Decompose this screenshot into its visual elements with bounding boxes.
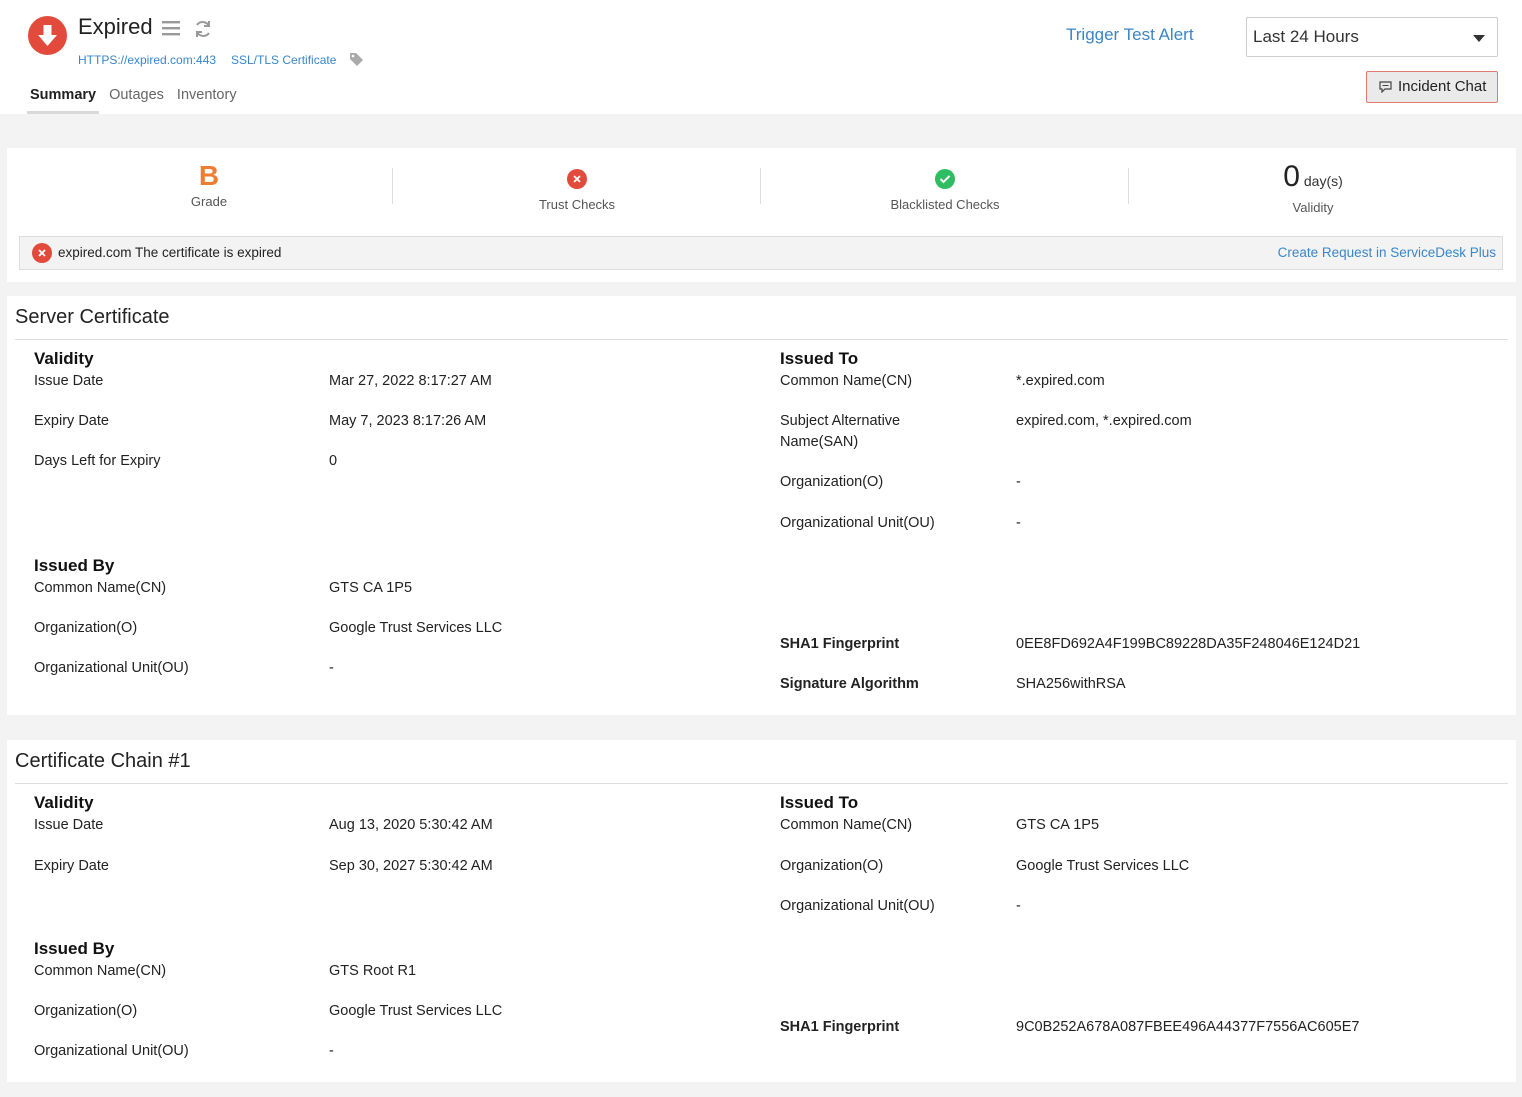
validity-heading: Validity xyxy=(34,793,94,812)
blacklisted-checks-metric: Blacklisted Checks xyxy=(761,148,1129,233)
field-label: Organizational Unit(OU) xyxy=(34,1043,189,1059)
field-label: Organization(O) xyxy=(780,858,884,874)
field-label: Common Name(CN) xyxy=(780,817,913,833)
field-label: Common Name(CN) xyxy=(34,580,167,596)
pass-icon xyxy=(935,169,955,189)
expiry-date-value: May 7, 2023 8:17:26 AM xyxy=(329,413,487,429)
down-status-icon xyxy=(28,16,67,55)
tab-inventory[interactable]: Inventory xyxy=(174,78,240,114)
organization-value: - xyxy=(1016,474,1021,490)
field-label: SHA1 Fingerprint xyxy=(780,636,900,652)
issue-date-value: Aug 13, 2020 5:30:42 AM xyxy=(329,817,493,833)
field-label: Issue Date xyxy=(34,373,104,389)
issue-date-value: Mar 27, 2022 8:17:27 AM xyxy=(329,373,492,389)
tab-bar: Summary Outages Inventory xyxy=(27,78,247,114)
field-label: Expiry Date xyxy=(34,858,109,874)
issued-to-heading: Issued To xyxy=(780,349,859,368)
monitor-type-link[interactable]: SSL/TLS Certificate xyxy=(231,53,336,67)
trust-checks-label: Trust Checks xyxy=(538,197,616,212)
certificate-chain-card: Certificate Chain #1 Validity Issue Date… xyxy=(7,740,1516,1082)
refresh-icon[interactable] xyxy=(193,19,213,42)
field-label: Days Left for Expiry xyxy=(34,453,161,469)
grade-metric: B Grade xyxy=(25,148,393,233)
common-name-value: GTS CA 1P5 xyxy=(1016,817,1100,833)
validity-unit: day(s) xyxy=(1303,173,1343,189)
organization-value: Google Trust Services LLC xyxy=(329,620,503,636)
section-title: Certificate Chain #1 xyxy=(15,750,191,772)
field-label: Expiry Date xyxy=(34,413,109,429)
field-label: Common Name(CN) xyxy=(780,373,913,389)
field-label: Organizational Unit(OU) xyxy=(34,660,189,676)
divider xyxy=(15,783,1508,784)
tab-summary[interactable]: Summary xyxy=(27,78,100,114)
monitor-name: Expired xyxy=(78,14,153,39)
organization-value: Google Trust Services LLC xyxy=(329,1003,503,1019)
fail-icon xyxy=(567,169,587,189)
field-label: Organization(O) xyxy=(780,474,884,490)
create-request-link[interactable]: Create Request in ServiceDesk Plus xyxy=(1278,245,1496,260)
time-range-value: Last 24 Hours xyxy=(1253,27,1359,46)
monitor-header: Expired HTTPS://expired.com:443 SSL/TLS … xyxy=(0,0,1522,114)
field-label: Organization(O) xyxy=(34,620,138,636)
trigger-test-alert-link[interactable]: Trigger Test Alert xyxy=(1066,25,1194,45)
time-range-select[interactable]: Last 24 Hours xyxy=(1246,17,1498,57)
incident-chat-button[interactable]: Incident Chat xyxy=(1366,71,1498,103)
incident-chat-label: Incident Chat xyxy=(1398,78,1487,95)
signature-algorithm-value: SHA256withRSA xyxy=(1016,676,1126,692)
tag-icon[interactable] xyxy=(349,52,364,70)
blacklisted-checks-label: Blacklisted Checks xyxy=(890,197,1000,212)
grade-label: Grade xyxy=(190,194,228,209)
validity-value: 0 xyxy=(1283,160,1300,193)
field-label: Name(SAN) xyxy=(780,434,859,450)
grade-value: B xyxy=(198,160,220,191)
field-label: Organizational Unit(OU) xyxy=(780,898,935,914)
error-icon xyxy=(32,243,52,263)
validity-metric: 0 day(s) Validity xyxy=(1129,148,1497,233)
org-unit-value: - xyxy=(329,660,334,676)
field-label: SHA1 Fingerprint xyxy=(780,1019,900,1035)
monitor-url-link[interactable]: HTTPS://expired.com:443 xyxy=(78,53,216,67)
field-label: Common Name(CN) xyxy=(34,963,167,979)
server-certificate-card: Server Certificate Validity Issue Date M… xyxy=(7,296,1516,715)
expiry-date-value: Sep 30, 2027 5:30:42 AM xyxy=(329,858,493,874)
chevron-down-icon xyxy=(1473,35,1485,42)
field-label: Organization(O) xyxy=(34,1003,138,1019)
field-label: Signature Algorithm xyxy=(780,676,919,692)
chat-icon xyxy=(1379,81,1392,93)
days-left-value: 0 xyxy=(329,453,338,469)
common-name-value: *.expired.com xyxy=(1016,373,1105,389)
validity-heading: Validity xyxy=(34,349,94,368)
alert-message: expired.com The certificate is expired xyxy=(58,245,282,260)
tab-outages[interactable]: Outages xyxy=(106,78,167,114)
issued-to-heading: Issued To xyxy=(780,793,859,812)
validity-label: Validity xyxy=(1292,200,1334,215)
alert-bar: expired.com The certificate is expired C… xyxy=(19,236,1503,270)
org-unit-value: - xyxy=(1016,515,1021,531)
field-label: Issue Date xyxy=(34,817,104,833)
common-name-value: GTS CA 1P5 xyxy=(329,580,413,596)
field-label: Subject Alternative xyxy=(780,413,901,429)
divider xyxy=(15,339,1508,340)
common-name-value: GTS Root R1 xyxy=(329,963,417,979)
org-unit-value: - xyxy=(329,1043,334,1059)
field-label: Organizational Unit(OU) xyxy=(780,515,935,531)
sha1-fingerprint-value: 9C0B252A678A087FBEE496A44377F7556AC605E7 xyxy=(1016,1019,1360,1035)
issued-by-heading: Issued By xyxy=(34,939,115,958)
section-title: Server Certificate xyxy=(15,306,170,328)
org-unit-value: - xyxy=(1016,898,1021,914)
trust-checks-metric: Trust Checks xyxy=(393,148,761,233)
menu-icon[interactable] xyxy=(161,19,181,40)
san-value: expired.com, *.expired.com xyxy=(1016,413,1192,429)
issued-by-heading: Issued By xyxy=(34,556,115,575)
organization-value: Google Trust Services LLC xyxy=(1016,858,1190,874)
summary-card: B Grade Trust Checks Blacklisted Checks … xyxy=(7,148,1516,282)
sha1-fingerprint-value: 0EE8FD692A4F199BC89228DA35F248046E124D21 xyxy=(1016,636,1361,652)
